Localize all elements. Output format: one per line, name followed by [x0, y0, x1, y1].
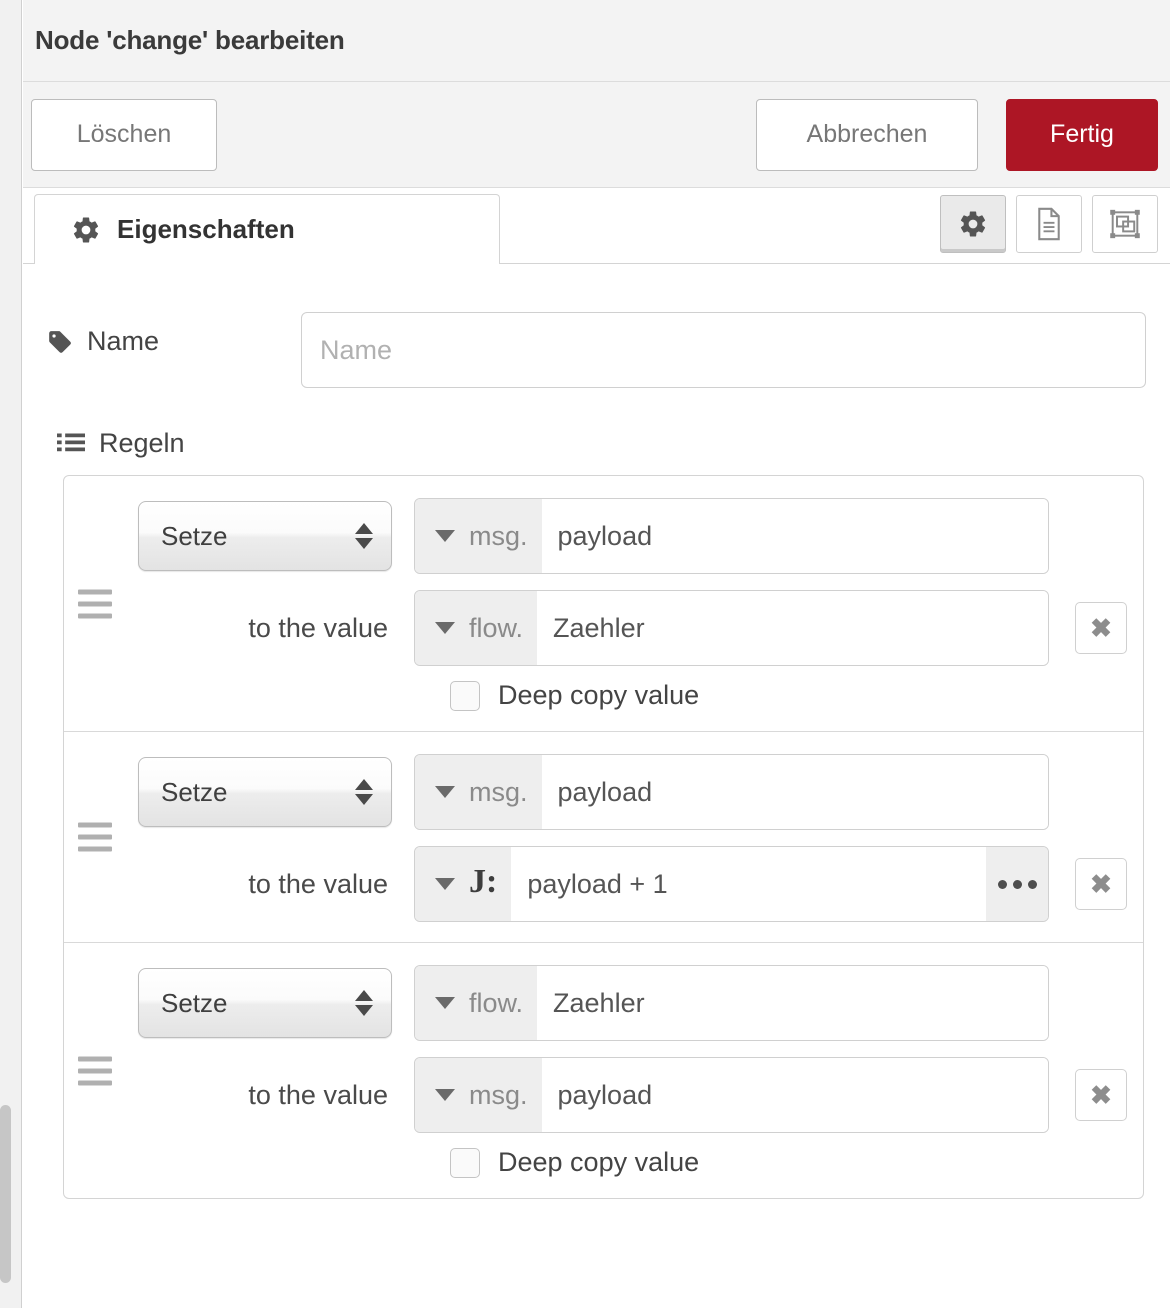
rule-value-type-label: msg. [469, 1079, 528, 1110]
appearance-tool-button[interactable] [1092, 195, 1158, 253]
name-label-text: Name [87, 326, 160, 356]
dialog-title: Node 'change' bearbeiten [35, 25, 345, 55]
page-scrollbar[interactable] [0, 0, 12, 1308]
rule-value-line: to the value flow. Zaehler ✖ [138, 590, 1127, 666]
expand-expression-button[interactable] [986, 847, 1048, 921]
rules-list: Setze msg. payload to the value flow. Za… [63, 475, 1144, 1199]
rule-row: Setze flow. Zaehler to the value msg. pa… [64, 942, 1143, 1198]
name-label: Name [47, 312, 301, 357]
rule-target-value[interactable]: payload [541, 499, 1048, 573]
cancel-button[interactable]: Abbrechen [756, 98, 978, 171]
gear-icon [958, 209, 988, 239]
tab-properties[interactable]: Eigenschaften [34, 194, 500, 264]
to-the-value-label: to the value [248, 612, 388, 643]
rule-value-input[interactable]: msg. payload [414, 1057, 1049, 1133]
chevron-down-icon [435, 1089, 455, 1101]
page-scrollbar-thumb[interactable] [0, 1105, 11, 1283]
rules-section-heading: Regeln [57, 428, 1146, 459]
delete-button[interactable]: Löschen [31, 98, 217, 171]
jsonata-icon: J: [469, 863, 498, 900]
rule-target-line: Setze msg. payload [138, 754, 1049, 830]
rule-value-input[interactable]: flow. Zaehler [414, 590, 1049, 666]
to-the-value-label: to the value [248, 1079, 388, 1110]
rule-operation-value: Setze [161, 776, 228, 807]
description-tool-button[interactable] [1016, 195, 1082, 253]
rule-value-type-select[interactable]: msg. [415, 1058, 542, 1132]
delete-rule-button[interactable]: ✖ [1075, 1069, 1127, 1121]
rule-value-value[interactable]: payload + 1 [511, 847, 986, 921]
rule-target-type-select[interactable]: msg. [415, 499, 542, 573]
rule-target-input[interactable]: msg. payload [414, 754, 1049, 830]
done-button[interactable]: Fertig [1006, 98, 1158, 171]
rule-target-type-label: msg. [469, 520, 528, 551]
rule-operation-select[interactable]: Setze [138, 501, 392, 571]
to-the-value-label: to the value [248, 868, 388, 899]
properties-form: Name Regeln [23, 264, 1170, 1199]
rule-value-value[interactable]: Zaehler [537, 591, 1048, 665]
rule-target-value[interactable]: Zaehler [537, 966, 1048, 1040]
deep-copy-checkbox[interactable] [450, 1147, 480, 1178]
drag-handle-icon[interactable] [78, 822, 114, 852]
chevron-down-icon [435, 622, 455, 634]
rule-operation-value: Setze [161, 520, 228, 551]
deep-copy-label: Deep copy value [498, 680, 700, 710]
rule-target-value[interactable]: payload [541, 755, 1048, 829]
rule-value-type-select[interactable]: flow. [415, 591, 538, 665]
description-icon [1034, 207, 1064, 241]
rule-target-input[interactable]: msg. payload [414, 498, 1049, 574]
rule-value-line: to the value msg. payload ✖ [138, 1057, 1127, 1133]
name-row: Name [47, 312, 1146, 388]
dialog-title-bar: Node 'change' bearbeiten [23, 0, 1170, 82]
rule-value-type-label: flow. [469, 612, 524, 643]
rule-value-value[interactable]: payload [541, 1058, 1048, 1132]
chevron-down-icon [435, 786, 455, 798]
deep-copy-row: Deep copy value [450, 680, 1127, 711]
deep-copy-row: Deep copy value [450, 1147, 1127, 1178]
delete-rule-button[interactable]: ✖ [1075, 858, 1127, 910]
rule-operation-select[interactable]: Setze [138, 757, 392, 827]
rule-target-line: Setze msg. payload [138, 498, 1049, 574]
tab-strip: Eigenschaften [23, 188, 1170, 264]
tab-properties-label: Eigenschaften [117, 214, 295, 244]
gear-icon [71, 215, 101, 245]
rule-target-type-select[interactable]: flow. [415, 966, 538, 1040]
rule-operation-select[interactable]: Setze [138, 968, 392, 1038]
stepper-icon [355, 779, 373, 805]
rule-target-type-select[interactable]: msg. [415, 755, 542, 829]
drag-handle-icon[interactable] [78, 1056, 114, 1085]
rule-value-type-select[interactable]: J: [415, 847, 512, 921]
rule-target-type-label: msg. [469, 776, 528, 807]
chevron-down-icon [435, 997, 455, 1009]
drag-handle-icon[interactable] [78, 589, 114, 618]
tool-button-group [940, 195, 1158, 253]
stepper-icon [355, 990, 373, 1016]
rule-value-input[interactable]: J: payload + 1 [414, 846, 1049, 922]
rule-row: Setze msg. payload [64, 731, 1143, 942]
rule-target-type-label: flow. [469, 987, 524, 1018]
stepper-icon [355, 523, 373, 549]
rule-row: Setze msg. payload [64, 476, 1143, 731]
tag-icon [47, 329, 73, 355]
rule-target-input[interactable]: flow. Zaehler [414, 965, 1049, 1041]
edit-node-dialog: Node 'change' bearbeiten Löschen Abbrech… [23, 0, 1170, 1308]
chevron-down-icon [435, 878, 455, 890]
rule-value-line: to the value J: payload + 1 ✖ [138, 846, 1127, 922]
appearance-icon [1109, 209, 1141, 239]
properties-tool-button[interactable] [940, 195, 1006, 253]
name-input[interactable] [301, 312, 1146, 388]
deep-copy-label: Deep copy value [498, 1147, 700, 1177]
rule-target-line: Setze flow. Zaehler [138, 965, 1049, 1041]
dialog-primary-actions: Abbrechen Fertig [756, 82, 1158, 187]
rule-operation-value: Setze [161, 987, 228, 1018]
chevron-down-icon [435, 530, 455, 542]
dialog-button-bar: Löschen Abbrechen Fertig [23, 82, 1170, 188]
delete-rule-button[interactable]: ✖ [1075, 602, 1127, 654]
deep-copy-checkbox[interactable] [450, 680, 480, 711]
rules-section-label: Regeln [99, 428, 185, 458]
tab-active-underline-mask [35, 261, 499, 264]
list-icon [57, 432, 85, 456]
